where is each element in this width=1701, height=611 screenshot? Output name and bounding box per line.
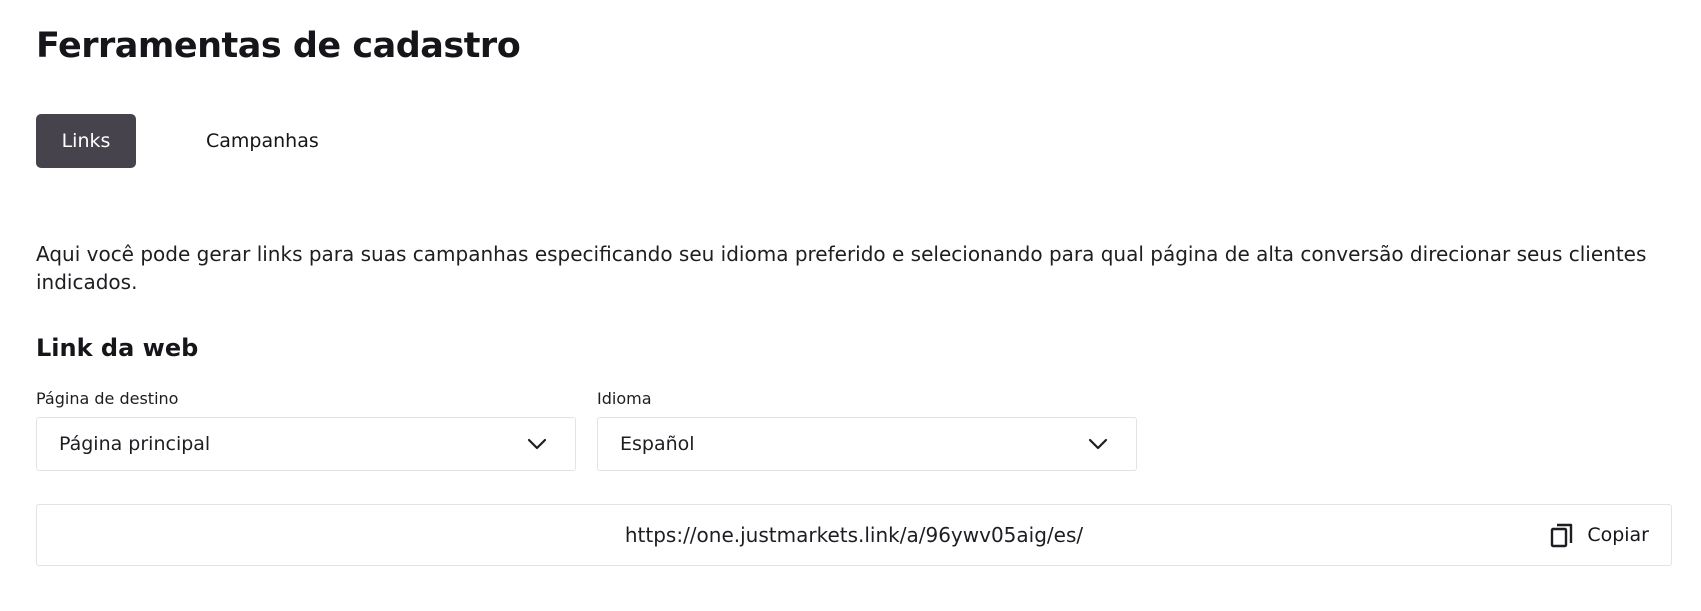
- copy-button[interactable]: Copiar: [1549, 505, 1649, 565]
- language-value: Español: [620, 433, 695, 455]
- destination-page-label: Página de destino: [36, 389, 179, 408]
- page-description: Aqui você pode gerar links para suas cam…: [36, 242, 1647, 294]
- copy-icon: [1551, 523, 1573, 548]
- chevron-down-icon: [527, 438, 547, 450]
- chevron-down-icon: [1088, 438, 1108, 450]
- tabs: Links Campanhas: [36, 114, 353, 168]
- destination-page-select[interactable]: Página principal: [36, 417, 576, 471]
- language-label: Idioma: [597, 389, 652, 408]
- destination-page-value: Página principal: [59, 433, 211, 455]
- generated-link-url[interactable]: https://one.justmarkets.link/a/96ywv05ai…: [37, 505, 1671, 565]
- section-title-web-link: Link da web: [36, 334, 199, 362]
- generated-link-box: https://one.justmarkets.link/a/96ywv05ai…: [36, 504, 1672, 566]
- page-title: Ferramentas de cadastro: [36, 26, 521, 66]
- language-select[interactable]: Español: [597, 417, 1137, 471]
- tab-campanhas[interactable]: Campanhas: [172, 114, 353, 168]
- copy-button-label: Copiar: [1587, 524, 1649, 546]
- destination-page-field: Página de destino Página principal: [36, 388, 576, 471]
- language-field: Idioma Español: [597, 388, 1137, 471]
- tab-links[interactable]: Links: [36, 114, 136, 168]
- referral-tools-page: Ferramentas de cadastro Links Campanhas …: [0, 0, 1701, 611]
